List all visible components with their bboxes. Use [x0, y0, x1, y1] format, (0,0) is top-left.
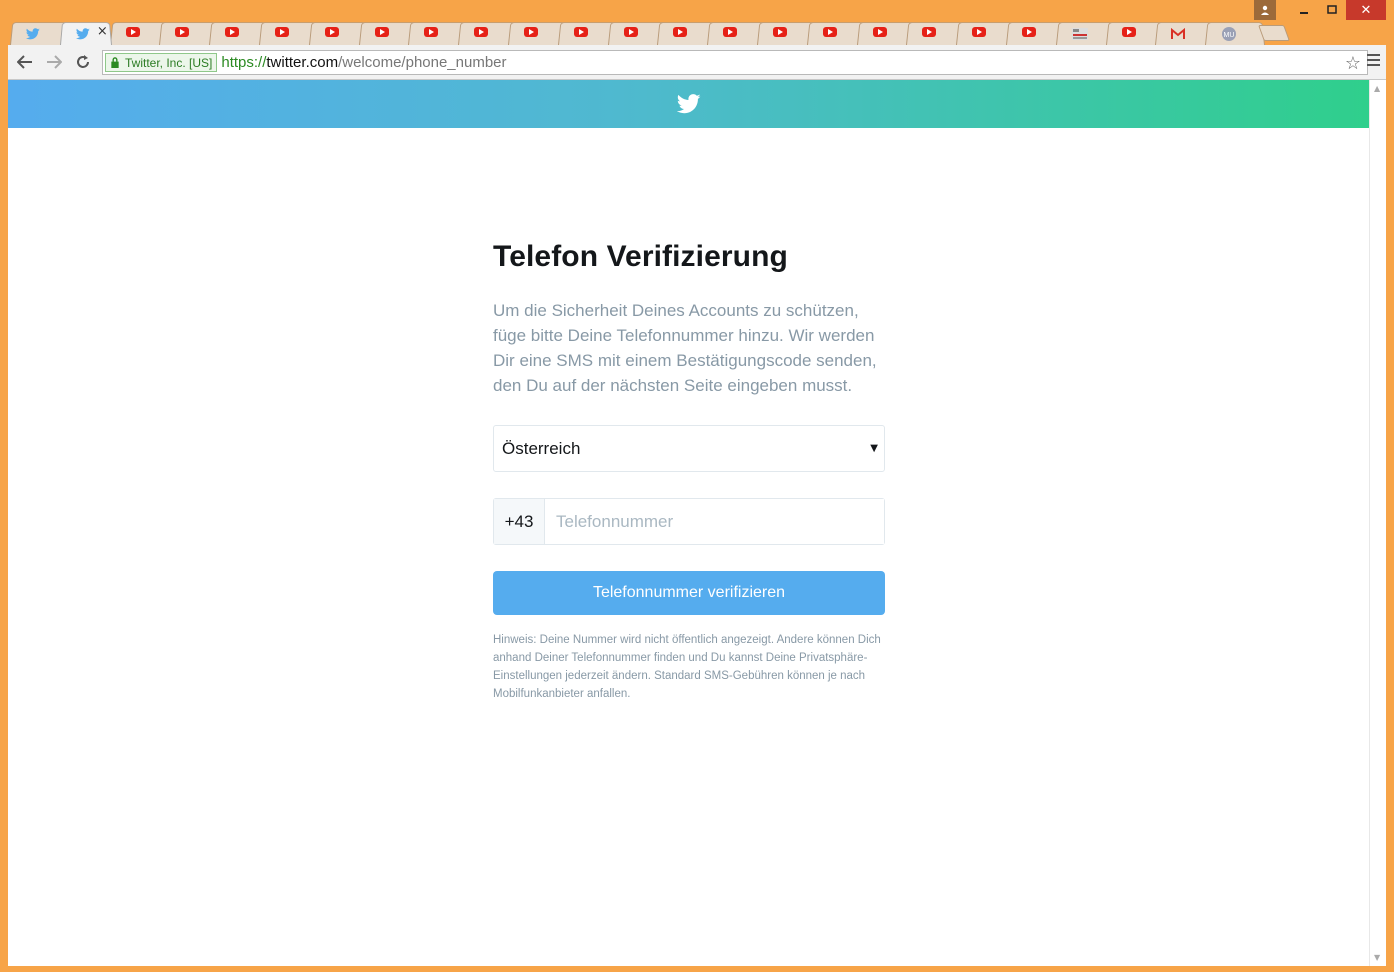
youtube-icon	[573, 27, 590, 39]
youtube-icon	[872, 27, 889, 39]
youtube-icon	[175, 27, 191, 39]
page-viewport: Telefon Verifizierung Um die Sicherheit …	[8, 80, 1386, 966]
verify-phone-button[interactable]: Telefonnummer verifizieren	[493, 571, 885, 615]
phone-number-input[interactable]	[545, 499, 884, 544]
youtube-icon	[623, 27, 640, 39]
browser-tab[interactable]: ×	[59, 20, 112, 45]
bookmark-star-icon[interactable]: ☆	[1345, 53, 1361, 74]
profile-icon[interactable]	[1254, 0, 1276, 20]
back-button[interactable]	[14, 52, 36, 72]
minimize-button[interactable]	[1290, 0, 1318, 20]
forward-arrow-icon	[47, 55, 62, 69]
youtube-icon	[723, 27, 739, 39]
reload-icon	[77, 55, 89, 68]
youtube-icon	[225, 27, 241, 39]
youtube-icon	[922, 27, 938, 39]
youtube-icon	[773, 27, 789, 39]
ev-label: Twitter, Inc. [US]	[125, 55, 213, 70]
country-code-prefix: +43	[494, 499, 545, 544]
description-text: Um die Sicherheit Deines Accounts zu sch…	[493, 301, 877, 395]
twitter-icon	[25, 27, 42, 40]
browser-tab[interactable]: MU	[1205, 20, 1266, 45]
svg-text:MU: MU	[1224, 32, 1235, 39]
youtube-icon	[524, 27, 540, 39]
close-window-button[interactable]: ✕	[1346, 0, 1386, 20]
youtube-icon	[1022, 27, 1038, 39]
vertical-scrollbar[interactable]: ▲ ▼	[1369, 80, 1386, 966]
url-text[interactable]: https://twitter.com/welcome/phone_number	[221, 54, 506, 71]
youtube-icon	[374, 27, 391, 39]
twitter-icon	[75, 27, 92, 40]
window-controls: ✕	[1254, 0, 1386, 20]
hint-text: Hinweis: Deine Nummer wird nicht öffentl…	[493, 634, 881, 700]
youtube-icon	[972, 27, 988, 39]
close-tab-icon[interactable]: ×	[97, 24, 108, 39]
tab-strip: × MU	[10, 18, 1300, 45]
forward-button[interactable]	[43, 52, 65, 72]
phone-verification-card: Telefon Verifizierung Um die Sicherheit …	[493, 240, 885, 703]
reload-button[interactable]	[72, 52, 94, 72]
country-selected-value: Österreich	[502, 438, 581, 458]
mu-icon: MU	[1221, 27, 1237, 41]
scroll-down-icon[interactable]: ▼	[1374, 953, 1380, 962]
maximize-button[interactable]	[1318, 0, 1346, 20]
twitter-bird-icon[interactable]	[676, 94, 701, 114]
youtube-icon	[673, 27, 689, 39]
gmail-icon	[1171, 27, 1187, 39]
youtube-icon	[822, 27, 839, 39]
youtube-icon	[125, 27, 142, 39]
new-tab-button[interactable]	[1258, 25, 1290, 41]
youtube-icon	[324, 27, 341, 39]
dropdown-caret-icon: ▼	[870, 443, 878, 454]
country-select[interactable]: Österreich ▼	[493, 425, 885, 472]
page-title: Telefon Verifizierung	[493, 240, 788, 273]
address-bar[interactable]: Twitter, Inc. [US] https://twitter.com/w…	[102, 50, 1368, 75]
scroll-up-icon[interactable]: ▲	[1374, 84, 1380, 93]
back-arrow-icon	[17, 55, 32, 69]
youtube-icon	[275, 27, 291, 39]
youtube-icon	[424, 27, 440, 39]
youtube-icon	[1121, 27, 1138, 39]
ev-certificate-badge[interactable]: Twitter, Inc. [US]	[105, 53, 218, 72]
youtube-icon	[474, 27, 490, 39]
phone-input-group: +43	[493, 498, 885, 545]
lock-icon	[111, 57, 119, 68]
twitter-header-bar	[8, 80, 1369, 128]
chrome-menu-icon[interactable]	[1367, 54, 1380, 69]
news-icon	[1071, 27, 1088, 40]
browser-toolbar: Twitter, Inc. [US] https://twitter.com/w…	[8, 45, 1386, 80]
